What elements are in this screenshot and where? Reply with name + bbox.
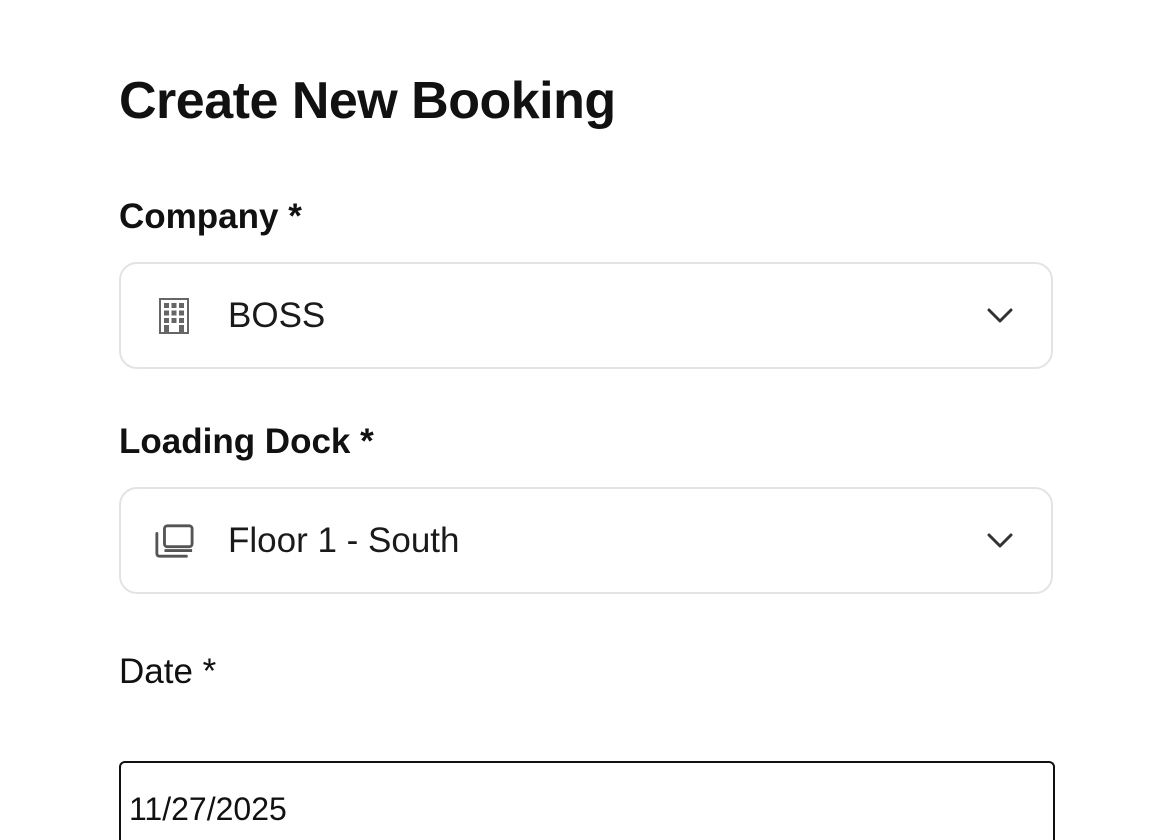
company-value: BOSS	[228, 296, 326, 335]
window-stack-icon	[154, 521, 194, 561]
loading-dock-label: Loading Dock *	[119, 422, 374, 461]
page-title: Create New Booking	[119, 72, 616, 130]
date-label: Date *	[119, 652, 217, 691]
building-icon	[154, 296, 194, 336]
booking-form-page: Create New Booking Company * BOSS Loadin…	[0, 0, 1175, 840]
loading-dock-select[interactable]: Floor 1 - South	[119, 487, 1053, 594]
chevron-down-icon	[985, 301, 1015, 331]
loading-dock-value: Floor 1 - South	[228, 521, 460, 560]
date-input[interactable]	[119, 761, 1055, 840]
company-label: Company *	[119, 197, 302, 236]
chevron-down-icon	[985, 526, 1015, 556]
company-select[interactable]: BOSS	[119, 262, 1053, 369]
